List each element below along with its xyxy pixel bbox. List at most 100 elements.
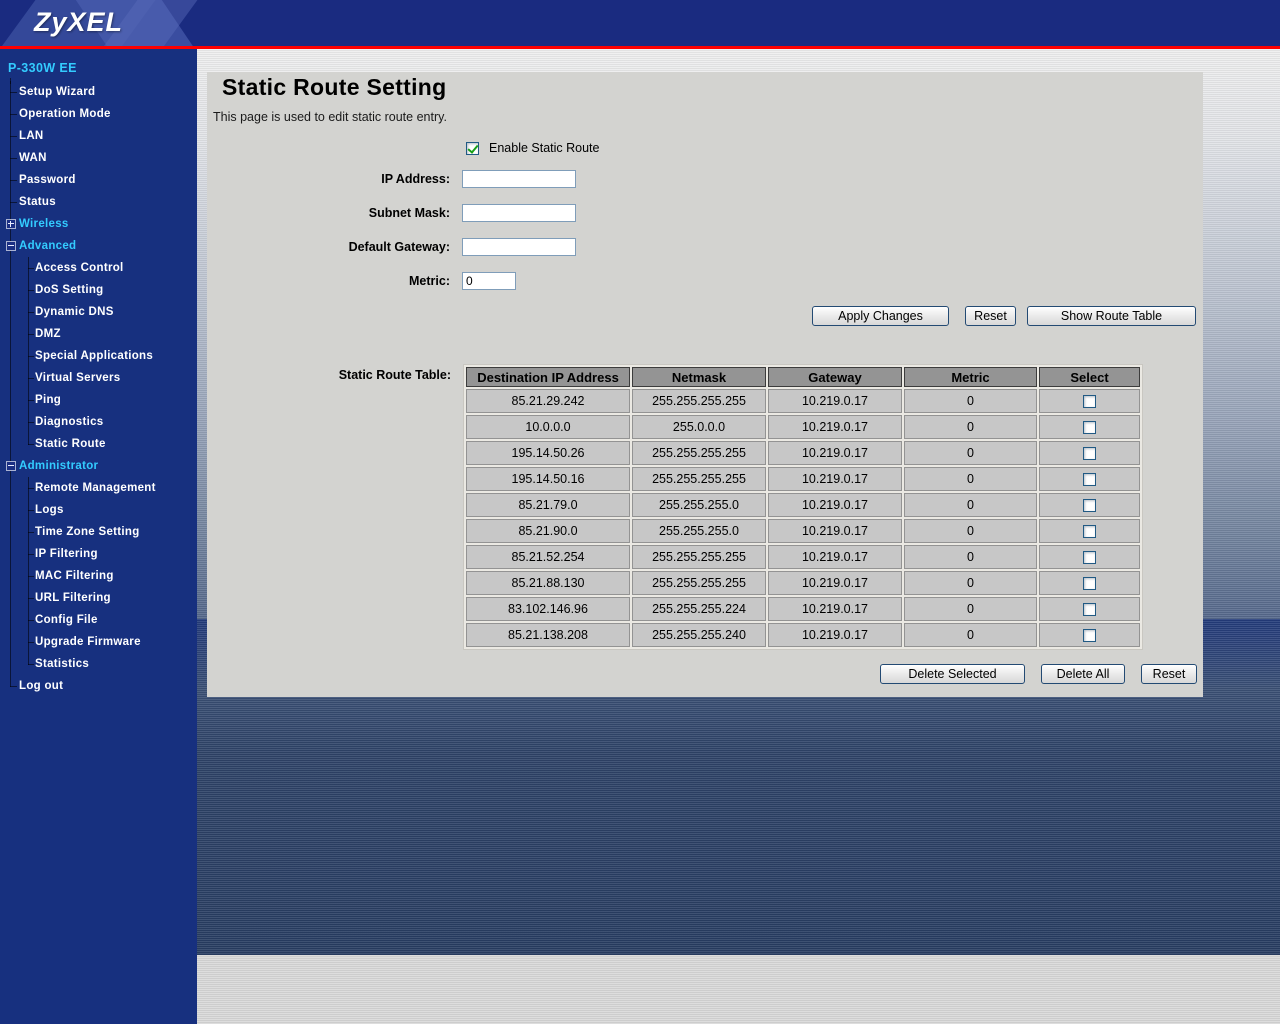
gateway-cell: 10.219.0.17: [768, 389, 902, 413]
sidebar-item-statistics[interactable]: Statistics: [0, 653, 197, 675]
sidebar-root-device[interactable]: P-330W EE: [8, 61, 197, 84]
sidebar-item-logs[interactable]: Logs: [0, 499, 197, 521]
sidebar-item-log-out[interactable]: Log out: [0, 675, 197, 697]
sidebar-item-lan[interactable]: LAN: [0, 125, 197, 147]
metric-cell: 0: [904, 389, 1037, 413]
page: ZyXEL P-330W EE Setup Wizard Operation Mo…: [0, 0, 1280, 1024]
route-select-checkbox[interactable]: [1083, 499, 1096, 513]
expand-icon[interactable]: [6, 219, 16, 229]
netmask-cell: 255.255.255.255: [632, 545, 766, 569]
sidebar-item-administrator[interactable]: Administrator: [0, 455, 197, 477]
sidebar-item-time-zone-setting[interactable]: Time Zone Setting: [0, 521, 197, 543]
netmask-cell: 255.0.0.0: [632, 415, 766, 439]
sidebar-item-wireless[interactable]: Wireless: [0, 213, 197, 235]
sidebar-item-operation-mode[interactable]: Operation Mode: [0, 103, 197, 125]
sidebar-item-upgrade-firmware[interactable]: Upgrade Firmware: [0, 631, 197, 653]
metric-label: Metric:: [409, 274, 450, 288]
sidebar-item-remote-management[interactable]: Remote Management: [0, 477, 197, 499]
delete-selected-button[interactable]: Delete Selected: [880, 664, 1025, 684]
sidebar-item-ip-filtering[interactable]: IP Filtering: [0, 543, 197, 565]
tree-tick: [28, 664, 34, 665]
column-header-metric: Metric: [904, 367, 1037, 387]
sidebar-item-config-file[interactable]: Config File: [0, 609, 197, 631]
tree-tick: [28, 356, 34, 357]
sidebar-item-static-route[interactable]: Static Route: [0, 433, 197, 455]
sidebar-item-label: DoS Setting: [35, 284, 104, 296]
sidebar-item-advanced[interactable]: Advanced: [0, 235, 197, 257]
reset-button[interactable]: Reset: [965, 306, 1016, 326]
gateway-cell: 10.219.0.17: [768, 441, 902, 465]
sidebar-item-access-control[interactable]: Access Control: [0, 257, 197, 279]
page-subtitle: This page is used to edit static route e…: [213, 110, 447, 124]
route-row: 85.21.79.0 255.255.255.0 10.219.0.17 0: [466, 493, 1140, 517]
sidebar-item-label: DMZ: [35, 328, 61, 340]
route-select-checkbox[interactable]: [1083, 447, 1096, 461]
metric-field[interactable]: [462, 272, 516, 290]
sidebar-item-dos-setting[interactable]: DoS Setting: [0, 279, 197, 301]
main-area: Static Route Setting This page is used t…: [197, 49, 1280, 1024]
tree-tick: [28, 378, 34, 379]
route-select-checkbox[interactable]: [1083, 525, 1096, 539]
metric-cell: 0: [904, 467, 1037, 491]
tree-line: [10, 257, 11, 279]
sidebar-item-url-filtering[interactable]: URL Filtering: [0, 587, 197, 609]
sidebar-item-label: Password: [19, 174, 76, 186]
sidebar-item-mac-filtering[interactable]: MAC Filtering: [0, 565, 197, 587]
select-cell: [1039, 389, 1140, 413]
ip-address-field[interactable]: [462, 170, 576, 188]
tree-tick: [28, 312, 34, 313]
enable-static-route-checkbox[interactable]: [466, 141, 479, 155]
route-row: 195.14.50.16 255.255.255.255 10.219.0.17 0: [466, 467, 1140, 491]
sidebar-item-ping[interactable]: Ping: [0, 389, 197, 411]
route-row: 195.14.50.26 255.255.255.255 10.219.0.17 0: [466, 441, 1140, 465]
static-route-form: IP Address: Subnet Mask: Default Gateway: M…: [207, 162, 1203, 298]
sidebar-item-wan[interactable]: WAN: [0, 147, 197, 169]
tree-tick: [28, 532, 34, 533]
route-select-checkbox[interactable]: [1083, 629, 1096, 643]
netmask-cell: 255.255.255.224: [632, 597, 766, 621]
route-select-checkbox[interactable]: [1083, 473, 1096, 487]
default-gateway-field[interactable]: [462, 238, 576, 256]
collapse-icon[interactable]: [6, 241, 16, 251]
route-select-checkbox[interactable]: [1083, 603, 1096, 617]
sidebar-item-dynamic-dns[interactable]: Dynamic DNS: [0, 301, 197, 323]
sidebar-item-setup-wizard[interactable]: Setup Wizard: [0, 81, 197, 103]
tree-line: [10, 565, 11, 587]
sidebar-item-label: Remote Management: [35, 482, 156, 494]
apply-changes-button[interactable]: Apply Changes: [812, 306, 949, 326]
route-select-checkbox[interactable]: [1083, 577, 1096, 591]
delete-all-button[interactable]: Delete All: [1041, 664, 1125, 684]
route-row: 10.0.0.0 255.0.0.0 10.219.0.17 0: [466, 415, 1140, 439]
destination-cell: 195.14.50.16: [466, 467, 630, 491]
netmask-cell: 255.255.255.240: [632, 623, 766, 647]
reset-table-button[interactable]: Reset: [1141, 664, 1197, 684]
collapse-icon[interactable]: [6, 461, 16, 471]
route-select-checkbox[interactable]: [1083, 395, 1096, 409]
netmask-cell: 255.255.255.255: [632, 389, 766, 413]
destination-cell: 85.21.79.0: [466, 493, 630, 517]
sidebar-item-virtual-servers[interactable]: Virtual Servers: [0, 367, 197, 389]
show-route-table-button[interactable]: Show Route Table: [1027, 306, 1196, 326]
metric-cell: 0: [904, 519, 1037, 543]
subnet-mask-field[interactable]: [462, 204, 576, 222]
form-buttons-row: Apply Changes Reset Show Route Table: [207, 306, 1196, 326]
sidebar-item-status[interactable]: Status: [0, 191, 197, 213]
column-header-gateway: Gateway: [768, 367, 902, 387]
route-row: 85.21.90.0 255.255.255.0 10.219.0.17 0: [466, 519, 1140, 543]
sidebar-item-label: Log out: [19, 680, 64, 692]
tree-line: [10, 279, 11, 301]
sidebar-item-diagnostics[interactable]: Diagnostics: [0, 411, 197, 433]
tree-tick: [10, 202, 17, 203]
tree-line: [10, 367, 11, 389]
sidebar-item-label: Operation Mode: [19, 108, 111, 120]
sidebar-item-password[interactable]: Password: [0, 169, 197, 191]
gateway-cell: 10.219.0.17: [768, 493, 902, 517]
sidebar-item-special-applications[interactable]: Special Applications: [0, 345, 197, 367]
sidebar-item-label: Static Route: [35, 438, 106, 450]
table-section: Static Route Table: Destination IP Addre…: [207, 364, 1203, 650]
route-select-checkbox[interactable]: [1083, 421, 1096, 435]
route-select-checkbox[interactable]: [1083, 551, 1096, 565]
tree-line: [10, 323, 11, 345]
sidebar-item-label: Status: [19, 196, 56, 208]
sidebar-item-dmz[interactable]: DMZ: [0, 323, 197, 345]
